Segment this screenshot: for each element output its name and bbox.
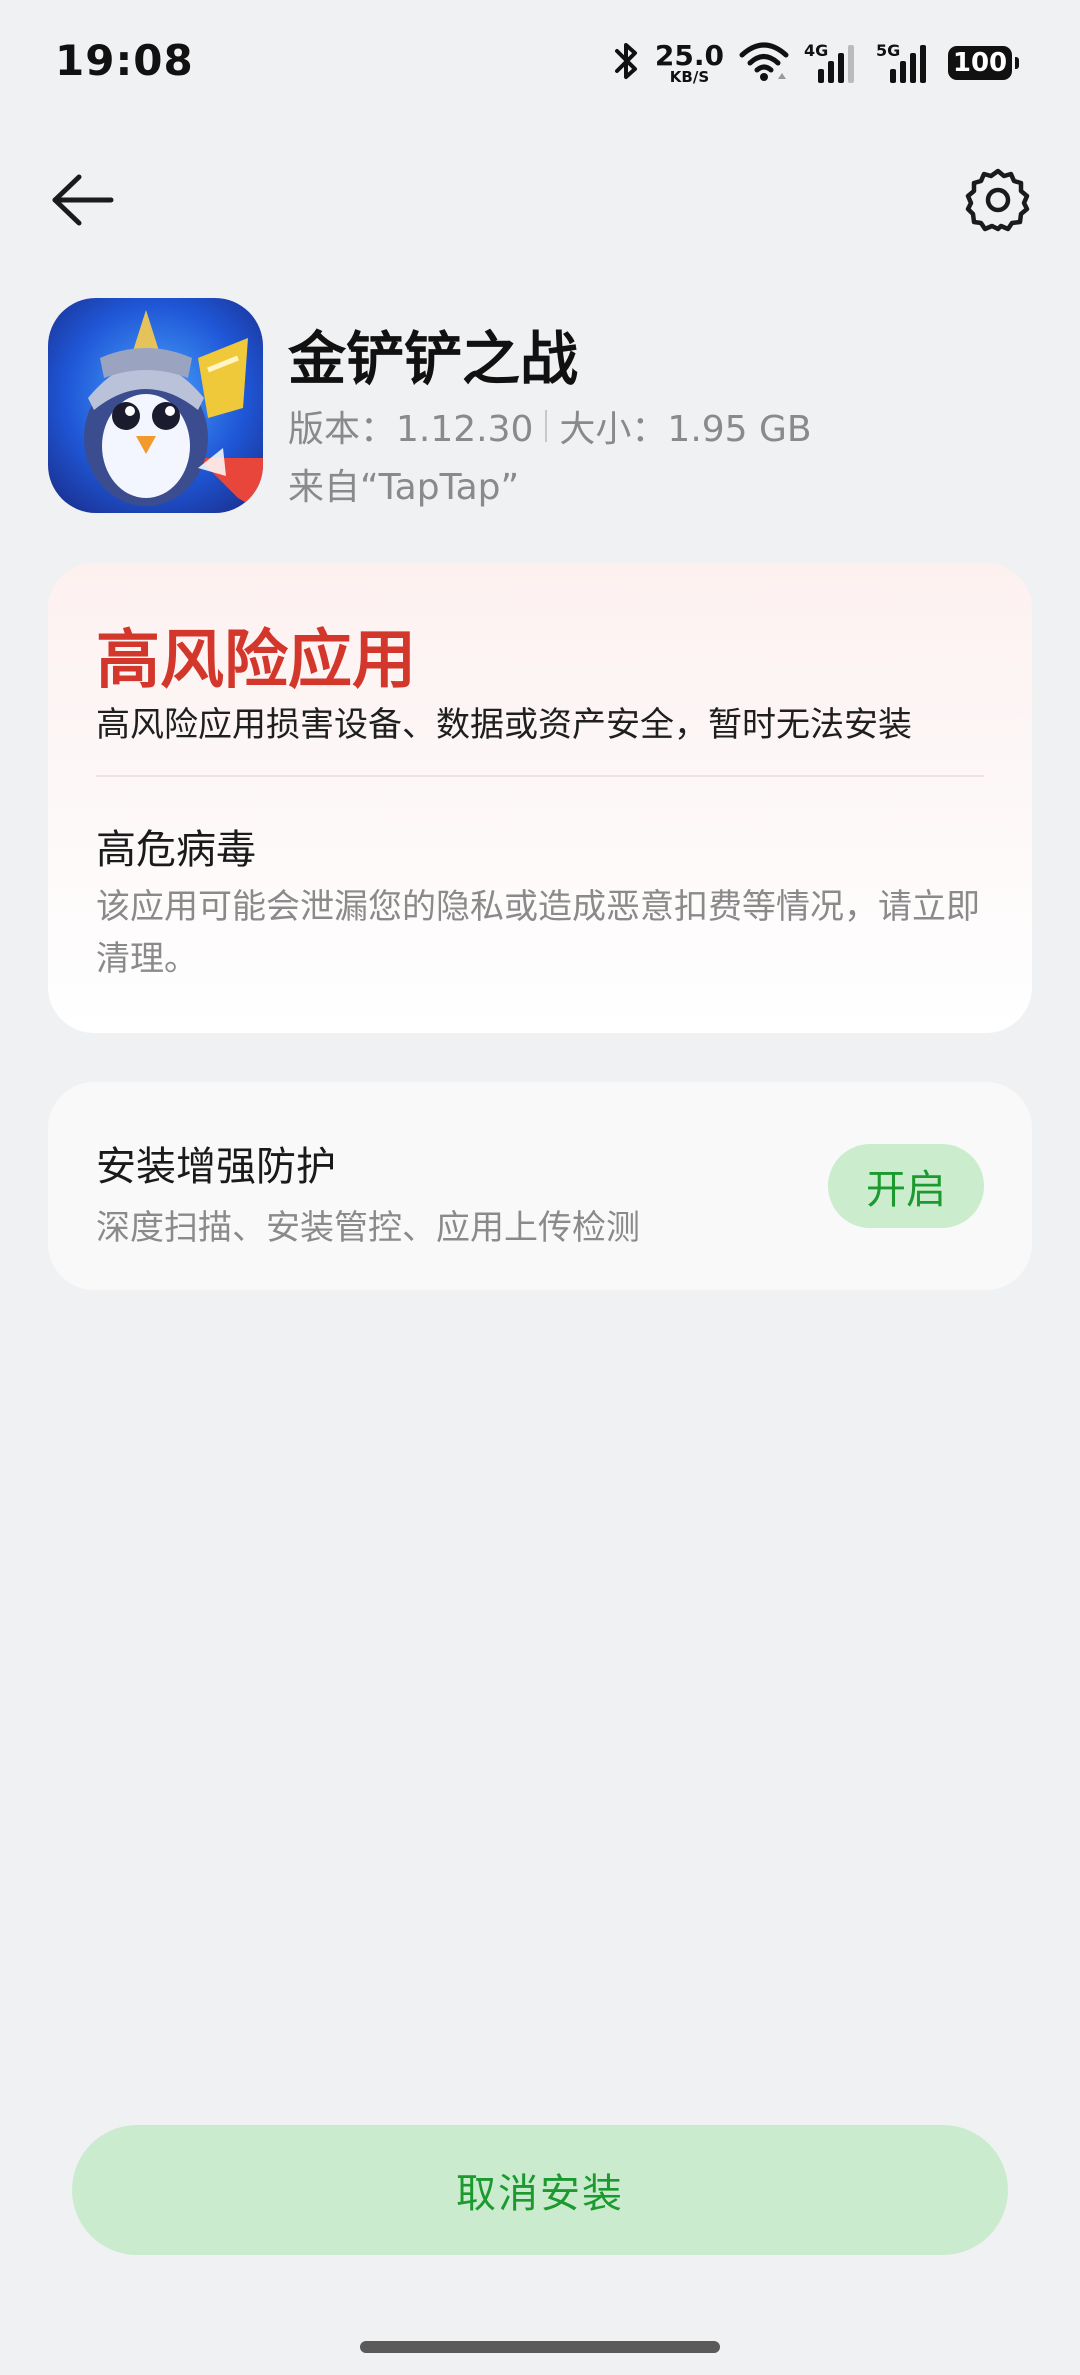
cellular-signal-1: 4G xyxy=(804,41,862,85)
signal-2-label: 5G xyxy=(876,41,901,60)
battery-indicator: 100 xyxy=(948,46,1019,80)
back-button[interactable] xyxy=(44,162,120,238)
status-icons: 25.0 KB/S 4G 5G 100 xyxy=(613,38,1019,88)
protection-card: 安装增强防护 深度扫描、安装管控、应用上传检测 开启 xyxy=(48,1082,1032,1290)
app-header: 金铲铲之战 版本：1.12.30 大小：1.95 GB 来自“TapTap” xyxy=(48,298,1038,513)
app-icon xyxy=(48,298,263,513)
home-indicator[interactable] xyxy=(360,2341,720,2353)
bluetooth-icon xyxy=(613,39,641,87)
cancel-install-button[interactable]: 取消安装 xyxy=(72,2125,1008,2255)
cellular-signal-2: 5G xyxy=(876,41,934,85)
virus-title: 高危病毒 xyxy=(96,827,256,873)
app-meta: 版本：1.12.30 大小：1.95 GB xyxy=(288,400,812,452)
risk-description: 高风险应用损害设备、数据或资产安全，暂时无法安装 xyxy=(96,705,912,745)
network-speed-value: 25.0 xyxy=(654,38,724,72)
risk-card: 高风险应用 高风险应用损害设备、数据或资产安全，暂时无法安装 高危病毒 该应用可… xyxy=(48,563,1032,1033)
risk-title: 高风险应用 xyxy=(96,624,416,698)
status-bar: 19:08 25.0 KB/S 4G 5G 100 xyxy=(0,0,1080,125)
top-nav xyxy=(0,150,1080,250)
virus-description: 该应用可能会泄漏您的隐私或造成恶意扣费等情况，请立即清理。 xyxy=(96,887,980,979)
wifi-icon xyxy=(738,39,790,87)
settings-button[interactable] xyxy=(960,162,1036,238)
app-source: 来自“TapTap” xyxy=(288,467,520,508)
network-speed: 25.0 KB/S xyxy=(654,38,724,86)
network-speed-unit: KB/S xyxy=(669,67,710,86)
app-version: 版本：1.12.30 xyxy=(288,409,534,450)
back-arrow-icon xyxy=(52,174,114,226)
enable-protection-button[interactable]: 开启 xyxy=(828,1144,984,1228)
protection-title: 安装增强防护 xyxy=(96,1144,336,1190)
status-time: 19:08 xyxy=(55,36,194,85)
signal-1-label: 4G xyxy=(804,41,829,60)
app-name: 金铲铲之战 xyxy=(288,325,579,393)
protection-description: 深度扫描、安装管控、应用上传检测 xyxy=(96,1208,640,1248)
risk-divider xyxy=(96,775,984,777)
gear-icon xyxy=(965,168,1030,232)
meta-separator xyxy=(545,410,548,442)
app-size: 大小：1.95 GB xyxy=(559,409,812,450)
